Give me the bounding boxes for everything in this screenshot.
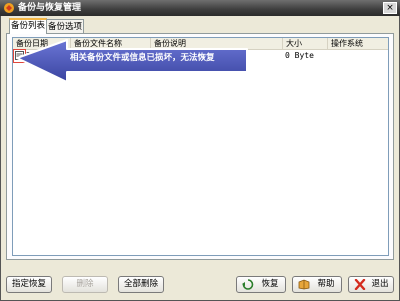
delete-all-button[interactable]: 全部删除	[118, 276, 164, 293]
restore-specified-button[interactable]: 指定恢复	[6, 276, 52, 293]
column-size[interactable]: 大小	[283, 38, 328, 49]
help-icon	[298, 279, 310, 290]
restore-button-label: 恢复	[261, 279, 279, 289]
restore-icon	[242, 279, 254, 290]
app-icon	[4, 3, 14, 13]
exit-button[interactable]: 退出	[348, 276, 394, 293]
exit-icon	[354, 279, 366, 290]
tab-backup-list[interactable]: 备份列表	[9, 18, 47, 34]
restore-button[interactable]: 恢复	[236, 276, 286, 293]
tab-backup-options[interactable]: 备份选项	[46, 19, 84, 33]
column-os[interactable]: 操作系统	[328, 38, 388, 49]
delete-button[interactable]: 删除	[62, 276, 108, 293]
close-button[interactable]: ×	[383, 2, 397, 14]
row-size: 0 Byte	[285, 51, 314, 60]
window-title: 备份与恢复管理	[18, 3, 82, 13]
callout-message: 相关备份文件或信息已损坏，无法恢复	[70, 53, 215, 63]
exit-button-label: 退出	[371, 279, 389, 289]
title-bar: 备份与恢复管理 ×	[0, 0, 400, 16]
help-button[interactable]: 帮助	[292, 276, 342, 293]
help-button-label: 帮助	[317, 279, 335, 289]
